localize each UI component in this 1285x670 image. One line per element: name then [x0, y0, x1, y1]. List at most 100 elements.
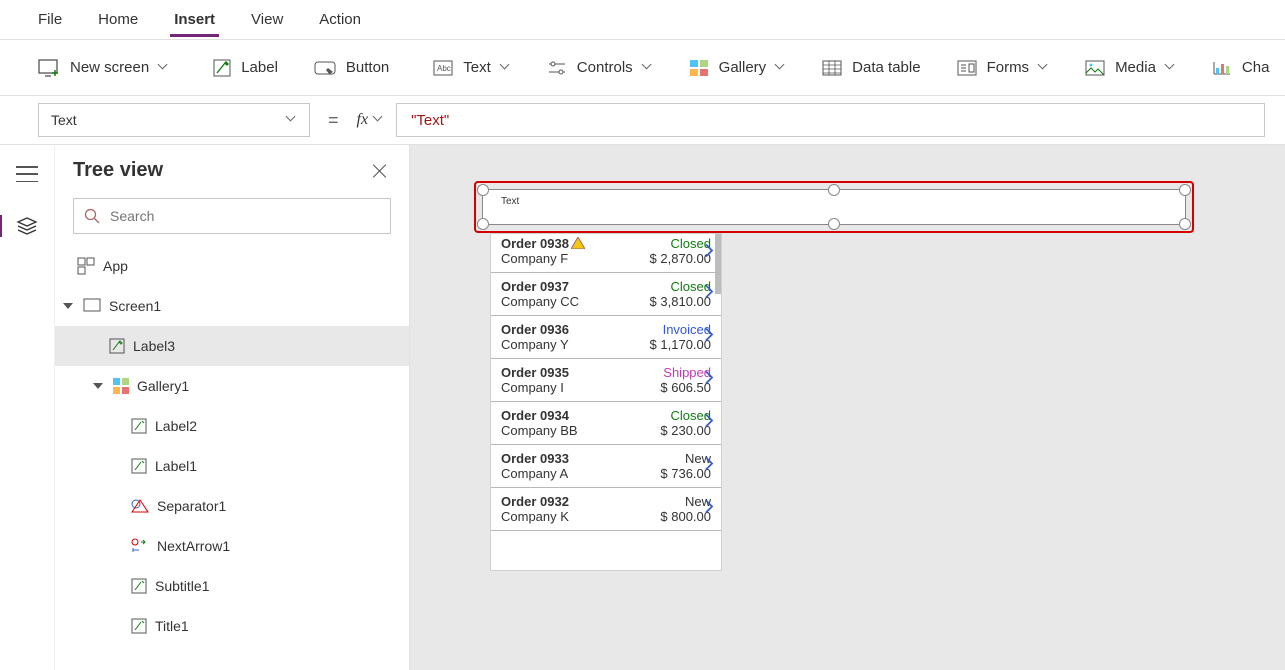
company-name: Company F — [501, 251, 568, 266]
forms-menu[interactable]: Forms — [939, 59, 1068, 76]
gallery-menu[interactable]: Gallery — [671, 59, 805, 77]
formula-value: "Text" — [411, 112, 449, 129]
chevron-down-icon — [776, 63, 786, 73]
menu-tabs: File Home Insert View Action — [0, 0, 1285, 40]
hamburger-icon — [16, 166, 38, 182]
gallery-row[interactable]: Order 0932 New Company K $ 800.00 — [491, 488, 721, 531]
label-label: Label — [241, 59, 278, 76]
tab-home[interactable]: Home — [80, 3, 156, 36]
label-icon — [131, 458, 147, 474]
canvas[interactable]: Text Order 0938 Closed Company F $ 2,870… — [410, 144, 1285, 670]
tree-item-subtitle[interactable]: Subtitle1 — [55, 566, 409, 606]
data-table-label: Data table — [852, 59, 920, 76]
text-icon: Abc — [433, 60, 453, 76]
next-arrow-icon[interactable] — [701, 413, 717, 434]
resize-handle[interactable] — [828, 184, 840, 196]
tree-item-label: Screen1 — [109, 298, 161, 314]
twisty-icon[interactable] — [63, 300, 75, 312]
label-icon — [131, 578, 147, 594]
order-id: Order 0935 — [501, 365, 569, 380]
chevron-down-icon — [643, 63, 653, 73]
formula-input[interactable]: "Text" — [396, 103, 1265, 137]
layers-icon — [16, 216, 38, 236]
controls-label: Controls — [577, 59, 633, 76]
gallery-row[interactable]: Order 0938 Closed Company F $ 2,870.00 — [491, 234, 721, 273]
chevron-down-icon — [374, 115, 384, 125]
tab-insert[interactable]: Insert — [156, 3, 233, 36]
label-button[interactable]: Label — [195, 59, 296, 77]
new-screen-icon — [38, 59, 60, 77]
tree-item-separator[interactable]: Separator1 — [55, 486, 409, 526]
next-arrow-icon[interactable] — [701, 456, 717, 477]
tab-file[interactable]: File — [20, 3, 80, 36]
gallery-row[interactable]: Order 0934 Closed Company BB $ 230.00 — [491, 402, 721, 445]
gallery-row[interactable]: Order 0936 Invoiced Company Y $ 1,170.00 — [491, 316, 721, 359]
next-arrow-icon[interactable] — [701, 327, 717, 348]
tree-item-screen[interactable]: Screen1 — [55, 286, 409, 326]
search-input[interactable] — [110, 208, 380, 224]
screen-icon — [83, 298, 101, 314]
next-arrow-icon[interactable] — [701, 499, 717, 520]
tree-item-nextarrow[interactable]: NextArrow1 — [55, 526, 409, 566]
left-rail — [0, 144, 55, 670]
next-arrow-icon[interactable] — [701, 243, 717, 264]
label-text: Text — [501, 196, 519, 207]
tree-item-label: App — [103, 258, 128, 274]
next-arrow-icon[interactable] — [701, 284, 717, 305]
media-menu[interactable]: Media — [1067, 59, 1194, 76]
charts-label: Cha — [1242, 59, 1270, 76]
order-id: Order 0932 — [501, 494, 569, 509]
order-id: Order 0938 — [501, 236, 569, 251]
charts-icon — [1212, 60, 1232, 76]
media-icon — [1085, 60, 1105, 76]
tree-item-gallery[interactable]: Gallery1 — [55, 366, 409, 406]
tree-view-panel: Tree view App Screen1 Label3 — [55, 144, 410, 670]
gallery-row[interactable]: Order 0933 New Company A $ 736.00 — [491, 445, 721, 488]
gallery-icon — [689, 59, 709, 77]
tree-item-label3[interactable]: Label3 — [55, 326, 409, 366]
nextarrow-icon — [131, 538, 149, 554]
tab-view[interactable]: View — [233, 3, 301, 36]
label-icon — [131, 418, 147, 434]
gallery-row[interactable]: Order 0935 Shipped Company I $ 606.50 — [491, 359, 721, 402]
equals-sign: = — [328, 110, 339, 131]
tree-item-label1[interactable]: Label1 — [55, 446, 409, 486]
tree-list: App Screen1 Label3 Gallery1 Lab — [55, 246, 409, 670]
order-id: Order 0933 — [501, 451, 569, 466]
tree-search[interactable] — [73, 198, 391, 234]
selected-label-control[interactable]: Text — [474, 181, 1194, 233]
tree-item-app[interactable]: App — [55, 246, 409, 286]
button-label: Button — [346, 59, 389, 76]
tree-item-title[interactable]: Title1 — [55, 606, 409, 646]
data-table-button[interactable]: Data table — [804, 59, 938, 76]
label-icon — [213, 59, 231, 77]
fx-icon: fx — [357, 111, 369, 129]
order-id: Order 0934 — [501, 408, 569, 423]
tree-item-label: Label1 — [155, 458, 197, 474]
resize-handle[interactable] — [1179, 218, 1191, 230]
fx-button[interactable]: fx — [357, 111, 385, 129]
resize-handle[interactable] — [477, 218, 489, 230]
order-id: Order 0936 — [501, 322, 569, 337]
company-name: Company Y — [501, 337, 569, 352]
charts-menu[interactable]: Cha — [1194, 59, 1285, 76]
rail-tree-view-button[interactable] — [8, 209, 46, 243]
gallery-control[interactable]: Order 0938 Closed Company F $ 2,870.00 O… — [490, 233, 722, 571]
rail-menu-button[interactable] — [8, 157, 46, 191]
resize-handle[interactable] — [1179, 184, 1191, 196]
tree-item-label2[interactable]: Label2 — [55, 406, 409, 446]
order-id: Order 0937 — [501, 279, 569, 294]
controls-menu[interactable]: Controls — [529, 59, 671, 76]
next-arrow-icon[interactable] — [701, 370, 717, 391]
button-button[interactable]: Button — [296, 59, 407, 76]
resize-handle[interactable] — [828, 218, 840, 230]
new-screen-button[interactable]: New screen — [20, 59, 187, 77]
property-select[interactable]: Text — [38, 103, 310, 137]
resize-handle[interactable] — [477, 184, 489, 196]
search-icon — [84, 208, 100, 224]
text-menu[interactable]: Abc Text — [415, 59, 529, 76]
gallery-row[interactable]: Order 0937 Closed Company CC $ 3,810.00 — [491, 273, 721, 316]
tab-action[interactable]: Action — [301, 3, 379, 36]
close-panel-button[interactable] — [371, 162, 389, 180]
twisty-icon[interactable] — [93, 380, 105, 392]
